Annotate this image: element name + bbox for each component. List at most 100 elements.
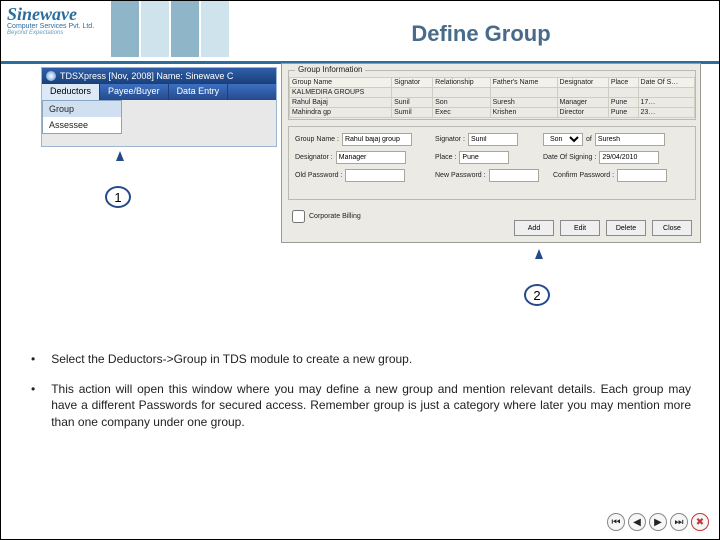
arrow-icon <box>535 249 543 259</box>
field-conf-pw: Confirm Password : <box>553 169 667 182</box>
cell <box>392 88 433 98</box>
app-window-left: TDSXpress [Nov, 2008] Name: Sinewave C D… <box>41 67 277 147</box>
checkbox-label: Corporate Billing <box>309 213 361 220</box>
group-info-dialog: Group Information Group Name Signator Re… <box>281 63 701 243</box>
input-place[interactable] <box>459 151 509 164</box>
bullet-2-text: This action will open this window where … <box>51 381 691 430</box>
slide: Sinewave Computer Services Pvt. Ltd. Bey… <box>0 0 720 540</box>
cell: Director <box>557 108 608 118</box>
col-signator: Signator <box>392 78 433 88</box>
nav-close-icon[interactable]: ✖ <box>691 513 709 531</box>
nav-last-icon[interactable]: ⏭ <box>670 513 688 531</box>
cell <box>490 88 557 98</box>
col-place: Place <box>608 78 638 88</box>
instruction-list: Select the Deductors->Group in TDS modul… <box>31 351 691 444</box>
callout-1: 1 <box>105 186 131 208</box>
cell <box>608 88 638 98</box>
label-new-pw: New Password : <box>435 172 486 179</box>
callout-1-text: 1 <box>114 190 121 205</box>
decor-band <box>111 1 139 57</box>
col-date: Date Of S… <box>638 78 694 88</box>
edit-button[interactable]: Edit <box>560 220 600 236</box>
menu-payee[interactable]: Payee/Buyer <box>100 84 169 100</box>
label-signator: Signator : <box>435 136 465 143</box>
delete-button[interactable]: Delete <box>606 220 646 236</box>
menubar: Deductors Payee/Buyer Data Entry <box>42 84 276 100</box>
cell <box>557 88 608 98</box>
logo-name: Sinewave <box>7 5 107 23</box>
app-title-text: TDSXpress [Nov, 2008] Name: Sinewave C <box>60 71 233 81</box>
dialog-buttons: Add Edit Delete Close <box>514 220 692 236</box>
submenu-assessee[interactable]: Assessee <box>43 117 121 133</box>
checkbox-input[interactable] <box>292 210 305 223</box>
add-button[interactable]: Add <box>514 220 554 236</box>
cell: Sumil <box>392 108 433 118</box>
nav-next-icon[interactable]: ▶ <box>649 513 667 531</box>
submenu: Group Assessee <box>42 100 122 134</box>
logo-sub2: Beyond Expectations <box>7 30 107 36</box>
decor-band <box>201 1 229 57</box>
app-titlebar: TDSXpress [Nov, 2008] Name: Sinewave C <box>42 68 276 84</box>
field-group-name: Group Name : <box>295 133 412 146</box>
label-conf-pw: Confirm Password : <box>553 172 614 179</box>
label-old-pw: Old Password : <box>295 172 342 179</box>
cell: Son <box>433 98 490 108</box>
input-designator[interactable] <box>336 151 406 164</box>
field-signator: Signator : <box>435 133 518 146</box>
cell: Exec <box>433 108 490 118</box>
group-info-title: Group Information <box>295 65 365 74</box>
col-group-name: Group Name <box>290 78 392 88</box>
table-header-row: Group Name Signator Relationship Father'… <box>290 78 695 88</box>
logo-sub1: Computer Services Pvt. Ltd. <box>7 23 107 30</box>
input-father[interactable] <box>595 133 665 146</box>
cell: Rahul Bajaj <box>290 98 392 108</box>
submenu-group[interactable]: Group <box>43 101 121 117</box>
nav-prev-icon[interactable]: ◀ <box>628 513 646 531</box>
cell <box>638 88 694 98</box>
cell: 17… <box>638 98 694 108</box>
cell: Pune <box>608 98 638 108</box>
nav-first-icon[interactable]: ⏮ <box>607 513 625 531</box>
input-old-pw[interactable] <box>345 169 405 182</box>
field-place: Place : <box>435 151 509 164</box>
cell: 23… <box>638 108 694 118</box>
field-old-pw: Old Password : <box>295 169 405 182</box>
close-button[interactable]: Close <box>652 220 692 236</box>
callout-2-text: 2 <box>533 288 540 303</box>
cell: Krishen <box>490 108 557 118</box>
header: Sinewave Computer Services Pvt. Ltd. Bey… <box>1 1 719 57</box>
input-new-pw[interactable] <box>489 169 539 182</box>
bullet-1-text: Select the Deductors->Group in TDS modul… <box>51 351 412 367</box>
menu-deductors[interactable]: Deductors <box>42 84 100 100</box>
field-new-pw: New Password : <box>435 169 539 182</box>
table-row[interactable]: Mahindra gpSumilExecKrishenDirectorPune2… <box>290 108 695 118</box>
field-designator: Designator : <box>295 151 406 164</box>
col-relationship: Relationship <box>433 78 490 88</box>
decor-band <box>171 1 199 57</box>
arrow-icon <box>116 151 124 161</box>
select-relationship[interactable]: Son <box>543 133 583 146</box>
input-signator[interactable] <box>468 133 518 146</box>
app-icon <box>46 71 56 81</box>
table-row[interactable]: Rahul BajajSunilSonSureshManagerPune17… <box>290 98 695 108</box>
decor-band <box>141 1 169 57</box>
label-group-name: Group Name : <box>295 136 339 143</box>
menu-dataentry[interactable]: Data Entry <box>169 84 229 100</box>
cell: KALMEDIRA GROUPS <box>290 88 392 98</box>
input-dos[interactable] <box>599 151 659 164</box>
input-conf-pw[interactable] <box>617 169 667 182</box>
table-row[interactable]: KALMEDIRA GROUPS <box>290 88 695 98</box>
callout-2: 2 <box>524 284 550 306</box>
bullet-2: This action will open this window where … <box>31 381 691 430</box>
checkbox-corporate-billing[interactable]: Corporate Billing <box>292 210 361 223</box>
field-relationship: Son of <box>543 133 665 146</box>
cell: Pune <box>608 108 638 118</box>
cell: Mahindra gp <box>290 108 392 118</box>
field-dos: Date Of Signing : <box>543 151 659 164</box>
label-dos: Date Of Signing : <box>543 154 596 161</box>
cell: Manager <box>557 98 608 108</box>
group-form-box: Group Name : Signator : Son of Designato… <box>288 126 696 200</box>
cell: Sunil <box>392 98 433 108</box>
group-info-box: Group Information Group Name Signator Re… <box>288 70 696 120</box>
input-group-name[interactable] <box>342 133 412 146</box>
